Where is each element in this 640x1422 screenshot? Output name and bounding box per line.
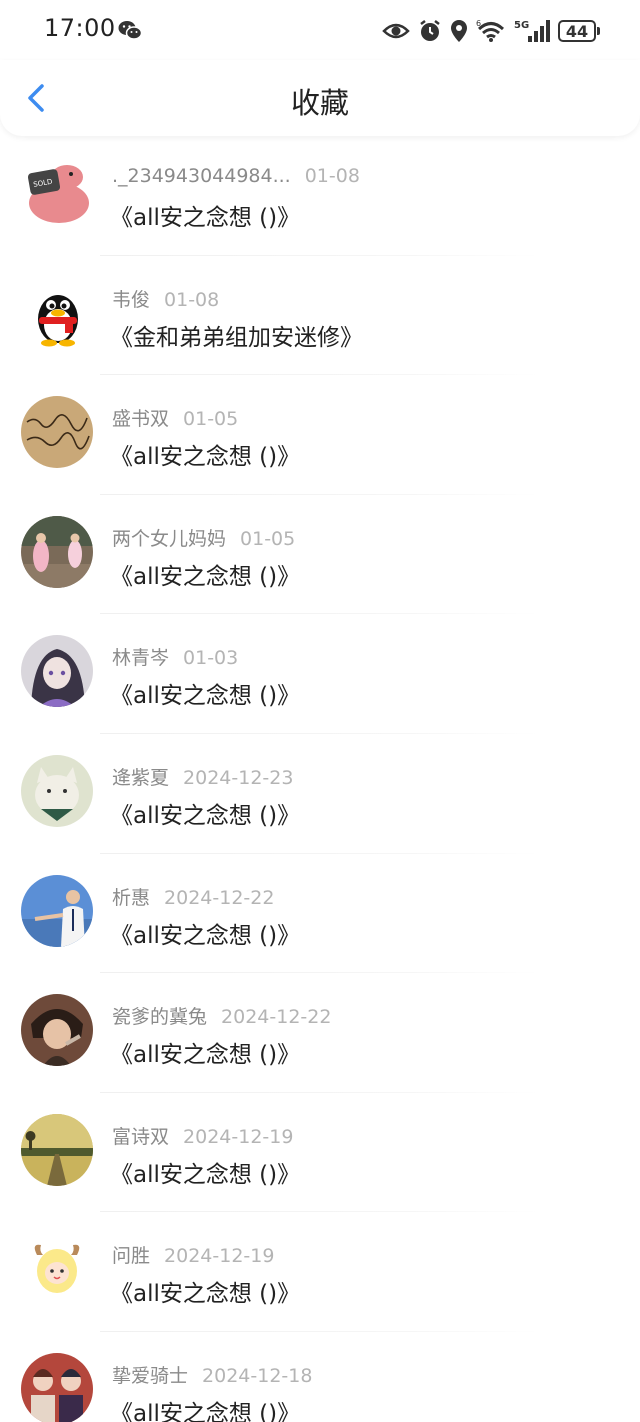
svg-text:6: 6	[476, 19, 481, 28]
eye-icon	[382, 21, 410, 41]
book-title: 《all安之念想 ()》	[110, 683, 301, 710]
user-name: 挚爱骑士	[112, 1364, 189, 1387]
pink-pig-avatar[interactable]: SOLD	[21, 157, 93, 229]
list-item[interactable]: 富诗双 2024-12-19 《all安之念想 ()》	[0, 1093, 640, 1213]
list-item[interactable]: 盛书双 01-05 《all安之念想 ()》	[0, 375, 640, 495]
item-date: 01-05	[183, 408, 239, 431]
location-icon	[450, 19, 468, 43]
item-date: 01-03	[183, 647, 239, 670]
item-date: 2024-12-19	[164, 1245, 275, 1268]
qq-penguin-avatar[interactable]	[21, 276, 93, 349]
photo-girls-avatar[interactable]	[21, 515, 93, 588]
anime-group-avatar[interactable]	[21, 1352, 93, 1422]
list-item[interactable]: 两个女儿妈妈 01-05 《all安之念想 ()》	[0, 495, 640, 615]
list-item[interactable]: 挚爱骑士 2024-12-18 《all安之念想 ()》	[0, 1332, 640, 1422]
book-title: 《all安之念想 ()》	[110, 205, 301, 231]
wifi-icon: 6	[476, 19, 506, 43]
battery-icon: 44	[558, 20, 600, 42]
header: 收藏	[0, 60, 640, 136]
handwriting-avatar[interactable]	[21, 396, 93, 469]
status-bar: 17:00 6 5G 44	[0, 0, 640, 60]
item-date: 2024-12-18	[202, 1364, 313, 1387]
user-name: 韦俊	[112, 288, 151, 311]
user-name: 盛书双	[112, 408, 170, 431]
item-date: 2024-12-23	[183, 766, 294, 789]
item-date: 01-08	[304, 165, 360, 187]
list-item[interactable]: 林青岑 01-03 《all安之念想 ()》	[0, 614, 640, 734]
anime-girl-avatar[interactable]	[21, 635, 93, 708]
network-type: 5G	[514, 20, 529, 31]
wechat-icon	[118, 20, 143, 44]
cellular-signal-icon: 5G	[514, 18, 550, 44]
item-date: 01-08	[164, 288, 220, 311]
status-time: 17:00	[44, 14, 116, 42]
list-item[interactable]: 问胜 2024-12-19 《all安之念想 ()》	[0, 1212, 640, 1332]
list-item[interactable]: 逄紫夏 2024-12-23 《all安之念想 ()》	[0, 734, 640, 854]
book-title: 《all安之念想 ()》	[110, 563, 301, 590]
list-item[interactable]: 韦俊 01-08 《金和弟弟组加安迷修》	[0, 256, 640, 376]
user-name: 问胜	[112, 1245, 151, 1268]
book-title: 《all安之念想 ()》	[110, 1161, 301, 1188]
anime-boy-avatar[interactable]	[21, 994, 93, 1067]
man-photo-avatar[interactable]	[21, 874, 93, 947]
user-name: 林青岑	[112, 647, 170, 670]
favorites-list: SOLD ._234943044984... 01-08 《all安之念想 ()》	[0, 136, 640, 1422]
status-icons: 6 5G 44	[382, 16, 600, 46]
user-name: 富诗双	[112, 1125, 170, 1148]
user-name: 两个女儿妈妈	[112, 527, 227, 550]
book-title: 《金和弟弟组加安迷修》	[110, 324, 363, 351]
book-title: 《all安之念想 ()》	[110, 444, 301, 471]
book-title: 《all安之念想 ()》	[110, 802, 301, 829]
user-name: 瓷爹的冀兔	[112, 1006, 208, 1029]
book-title: 《all安之念想 ()》	[110, 1281, 301, 1308]
book-title: 《all安之念想 ()》	[110, 1042, 301, 1069]
book-title: 《all安之念想 ()》	[110, 1400, 301, 1422]
list-item[interactable]: 瓷爹的冀兔 2024-12-22 《all安之念想 ()》	[0, 973, 640, 1093]
page-title: 收藏	[290, 86, 349, 120]
user-name: 逄紫夏	[112, 766, 170, 789]
user-name: 析惠	[112, 886, 151, 909]
landscape-avatar[interactable]	[21, 1113, 93, 1186]
item-date: 2024-12-22	[221, 1006, 332, 1029]
chick-avatar[interactable]	[21, 1233, 93, 1306]
item-date: 2024-12-22	[164, 886, 275, 909]
list-item[interactable]: 析惠 2024-12-22 《all安之念想 ()》	[0, 854, 640, 974]
item-date: 2024-12-19	[183, 1125, 294, 1148]
battery-level: 44	[558, 20, 596, 42]
book-title: 《all安之念想 ()》	[110, 922, 301, 949]
list-item[interactable]: SOLD ._234943044984... 01-08 《all安之念想 ()》	[0, 136, 640, 256]
item-date: 01-05	[240, 527, 296, 550]
alarm-icon	[418, 19, 442, 43]
user-name: ._234943044984...	[112, 165, 291, 187]
cat-avatar[interactable]	[21, 754, 93, 827]
